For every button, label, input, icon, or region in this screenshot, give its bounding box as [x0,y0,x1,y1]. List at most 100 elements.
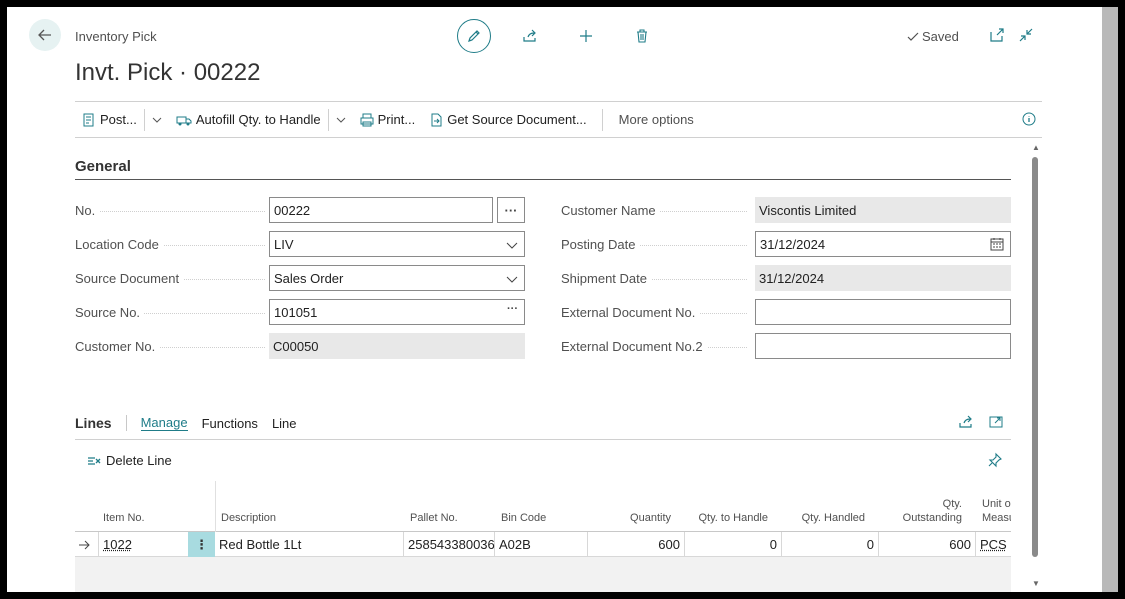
pallet-no-cell[interactable]: 258543380036 [404,532,495,557]
field-label: Location Code [75,236,265,252]
window-gutter [1102,7,1118,592]
unit-of-measure-cell[interactable]: PCS [976,532,1011,557]
no-input[interactable]: 00222 [269,197,493,223]
page-title: Invt. Pick · 00222 [75,59,261,86]
page-scrollbar[interactable]: ▲ ▼ [1029,141,1041,592]
collapse-icon [1019,28,1033,42]
open-in-new-icon [990,28,1004,42]
table-row[interactable]: 1022 ⋮ Red Bottle 1Lt 258543380036 A02B … [75,532,1011,557]
bin-code-cell[interactable]: A02B [495,532,588,557]
source-document-select[interactable]: Sales Order [269,265,525,291]
tab-functions[interactable]: Functions [202,416,258,431]
field-no: No. [75,197,265,223]
info-button[interactable] [1022,112,1036,129]
col-pallet-no[interactable]: Pallet No. [410,511,458,525]
edit-button[interactable] [457,19,491,53]
field-label: Customer No. [75,338,265,354]
col-qty-to-handle[interactable]: Qty. to Handle [688,511,769,525]
lines-expand-button[interactable] [988,414,1004,433]
field-location-code: Location Code [75,231,265,257]
autofill-dropdown[interactable] [329,102,353,137]
arrow-left-icon [38,29,51,41]
general-section-title[interactable]: General [75,158,131,175]
post-dropdown[interactable] [145,102,169,137]
chevron-down-icon [506,242,518,249]
new-button[interactable] [569,19,603,53]
col-description[interactable]: Description [221,511,276,525]
scrollbar-thumb[interactable] [1032,157,1038,557]
field-posting-date: Posting Date [561,231,747,257]
chevron-down-icon [336,117,345,123]
tab-line[interactable]: Line [272,416,297,431]
document-import-icon [431,113,442,126]
qty-outstanding-cell[interactable]: 600 [879,532,976,557]
external-document-no-input[interactable] [755,299,1011,325]
pin-button[interactable] [987,452,1003,471]
get-source-label: Get Source Document... [447,112,587,127]
more-options-button[interactable]: More options [603,102,701,137]
get-source-document-button[interactable]: Get Source Document... [422,102,593,137]
source-no-value: 101051 [274,304,318,320]
lines-divider [75,439,1011,440]
section-divider [75,179,1011,180]
post-icon [83,113,94,126]
col-bin-code[interactable]: Bin Code [501,511,546,525]
back-button[interactable] [29,19,61,51]
delete-line-button[interactable]: Delete Line [87,453,172,468]
print-button[interactable]: Print... [353,102,423,137]
page-toolbar [457,19,659,53]
field-label: No. [75,202,265,218]
row-actions-menu[interactable]: ⋮ [188,532,215,557]
save-status: Saved [907,29,959,44]
location-code-select[interactable]: LIV [269,231,525,257]
checkmark-icon [907,32,919,41]
post-label: Post... [100,112,137,127]
tab-manage[interactable]: Manage [140,415,188,431]
action-bar: Post... Autofill Qty. to Handle Print...… [75,101,1042,138]
col-unit-line2: Measu [982,512,1011,524]
col-unit-line1: Unit o [982,498,1011,510]
lines-share-button[interactable] [958,414,974,433]
lines-section-title[interactable]: Lines [75,415,127,431]
posting-date-input[interactable]: 31/12/2024 [755,231,1011,257]
col-item-no[interactable]: Item No. [103,511,145,525]
share-icon [523,29,536,42]
location-code-value: LIV [274,236,294,252]
quantity-cell[interactable]: 600 [588,532,685,557]
field-source-no: Source No. [75,299,265,325]
field-source-document: Source Document [75,265,265,291]
description-cell[interactable]: Red Bottle 1Lt [215,532,404,557]
calendar-icon[interactable] [990,237,1004,251]
autofill-button[interactable]: Autofill Qty. to Handle [169,102,328,137]
qty-to-handle-cell[interactable]: 0 [685,532,782,557]
field-label: Source Document [75,270,265,286]
col-unit-of-measure[interactable]: Unit o Measu [982,497,1011,525]
col-qty-outstanding[interactable]: Qty. Outstanding [892,497,962,525]
post-button[interactable]: Post... [75,102,144,137]
autofill-label: Autofill Qty. to Handle [195,112,321,127]
open-new-window-button[interactable] [989,27,1005,46]
expand-icon [989,416,1003,428]
col-qty-handled[interactable]: Qty. Handled [785,511,865,525]
share-button[interactable] [513,19,547,53]
external-document-no2-input[interactable] [755,333,1011,359]
field-customer-name: Customer Name [561,197,747,223]
chevron-down-icon [152,117,162,123]
delete-button[interactable] [625,19,659,53]
qty-handled-cell[interactable]: 0 [782,532,879,557]
scroll-down-arrow-icon[interactable]: ▼ [1032,579,1040,588]
field-label: Posting Date [561,236,747,252]
breadcrumb[interactable]: Inventory Pick [75,29,157,44]
share-icon [959,415,972,428]
item-no-cell[interactable]: 1022 [99,532,188,557]
grid-header: Item No. Description Pallet No. Bin Code… [75,481,1011,532]
delete-line-label: Delete Line [106,453,172,468]
col-quantity[interactable]: Quantity [605,511,671,525]
scroll-up-arrow-icon[interactable]: ▲ [1032,143,1040,152]
posting-date-value: 31/12/2024 [760,236,826,252]
source-no-assist-icon[interactable]: ··· [507,303,518,315]
source-no-input[interactable]: 101051 ··· [269,299,525,325]
no-assist-button[interactable]: ··· [497,197,525,223]
collapse-button[interactable] [1018,27,1034,46]
shipment-date-value: 31/12/2024 [755,265,1011,291]
